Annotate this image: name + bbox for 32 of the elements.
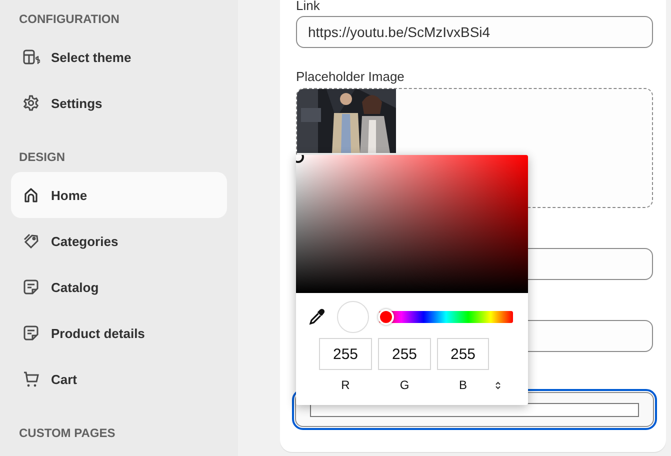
hue-slider[interactable] bbox=[379, 311, 513, 323]
channel-label: R bbox=[341, 378, 350, 392]
section-heading: CUSTOM PAGES bbox=[19, 426, 116, 441]
input-field[interactable]: 255 bbox=[378, 338, 431, 370]
saturation-area[interactable] bbox=[296, 155, 528, 293]
document-icon bbox=[23, 324, 40, 342]
section-heading: CONFIGURATION bbox=[19, 12, 120, 27]
section-heading: DESIGN bbox=[19, 150, 66, 165]
color-preview bbox=[337, 301, 369, 333]
document-icon bbox=[23, 278, 40, 296]
gear-icon bbox=[23, 94, 40, 112]
input-field[interactable]: 255 bbox=[437, 338, 489, 370]
cart-icon bbox=[23, 370, 40, 388]
sidebar-item[interactable]: Catalog bbox=[11, 264, 227, 310]
theme-icon bbox=[23, 48, 40, 66]
sidebar-item[interactable]: Product details bbox=[11, 310, 227, 356]
input-field[interactable]: 255 bbox=[319, 338, 372, 370]
eyedropper-icon bbox=[308, 308, 326, 326]
sidebar-item[interactable]: Cart bbox=[11, 356, 227, 402]
channel-label: G bbox=[400, 378, 410, 392]
home-icon bbox=[23, 186, 40, 204]
tag-icon bbox=[23, 232, 40, 250]
sidebar-item[interactable]: Settings bbox=[11, 80, 227, 126]
sidebar-item[interactable]: Categories bbox=[11, 218, 227, 264]
field-label: Placeholder Image bbox=[296, 70, 406, 84]
slider-thumb[interactable] bbox=[378, 309, 394, 325]
input-field[interactable]: https://youtu.be/ScMzIvxBSi4 bbox=[296, 16, 653, 48]
channel-label: B bbox=[458, 378, 467, 392]
chevron-up-down-icon bbox=[495, 380, 501, 390]
sidebar-item[interactable]: Select theme bbox=[11, 34, 227, 80]
sidebar-item[interactable]: Home bbox=[11, 172, 227, 218]
field-label: Link bbox=[296, 0, 321, 12]
